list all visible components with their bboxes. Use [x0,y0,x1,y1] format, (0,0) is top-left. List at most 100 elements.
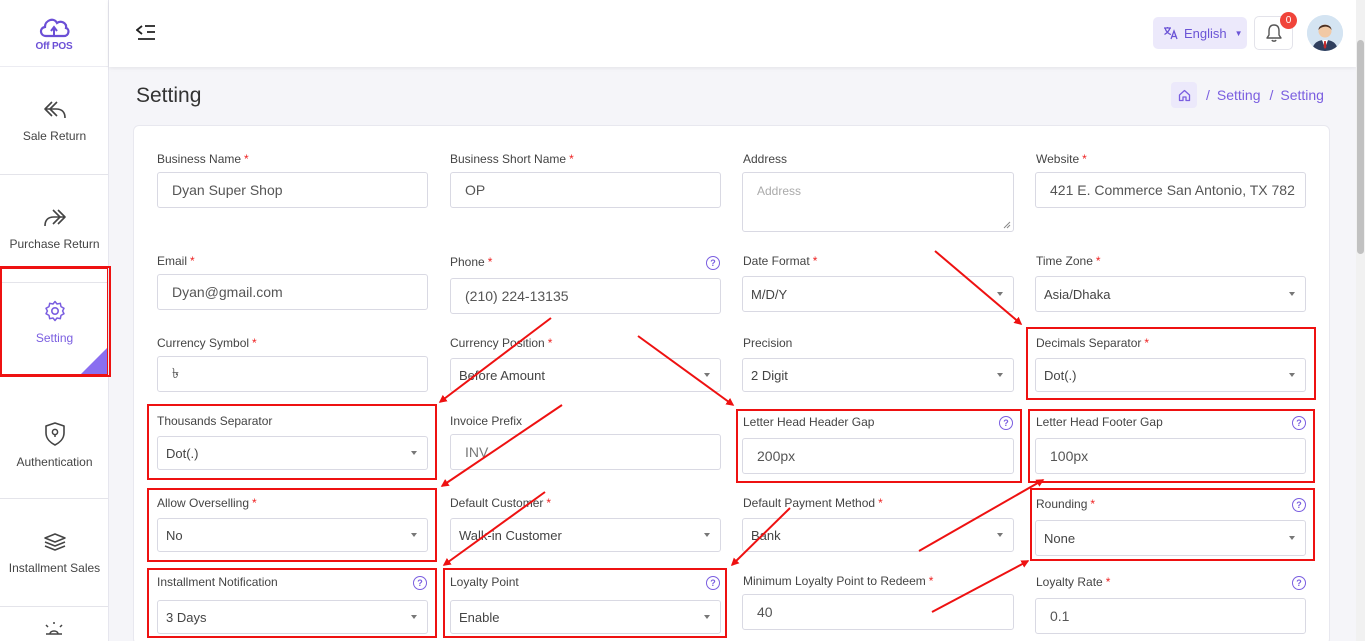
currency-symbol-label: Currency Symbol * [157,336,257,350]
email-label: Email * [157,254,195,268]
invoice-prefix-input[interactable]: INV [450,434,721,470]
letter-head-footer-gap-input[interactable]: 100px [1035,438,1306,474]
sidebar-item-sale-return[interactable]: Sale Return [0,67,108,175]
header-gap-help-icon[interactable]: ? [999,416,1013,430]
min-loyalty-point-label: Minimum Loyalty Point to Redeem * [743,574,934,588]
invoice-prefix-label: Invoice Prefix [450,414,523,428]
thousands-separator-select[interactable]: Dot(.) [157,436,428,470]
breadcrumb-separator: / [1206,87,1210,103]
min-loyalty-point-input[interactable]: 40 [742,594,1014,630]
breadcrumb-item-current: Setting [1280,87,1324,103]
sidebar-item-setting[interactable]: Setting [0,267,108,376]
letter-head-header-gap-input[interactable]: 200px [742,438,1014,474]
breadcrumb: / Setting / Setting [1171,82,1324,108]
allow-overselling-label: Allow Overselling * [157,496,257,510]
chevron-down-icon [1289,292,1295,296]
sidebar-item-authentication[interactable]: Authentication [0,391,108,499]
phone-label: Phone * [450,255,493,269]
collapse-menu-icon [135,25,155,40]
date-format-select[interactable]: M/D/Y [742,276,1014,312]
business-name-input[interactable]: Dyan Super Shop [157,172,428,208]
loyalty-point-label: Loyalty Point [450,575,519,589]
shield-icon [44,421,65,446]
decimals-separator-select[interactable]: Dot(.) [1035,358,1306,392]
avatar[interactable] [1307,15,1343,51]
language-label: English [1184,25,1227,41]
address-placeholder: Address [757,184,802,198]
currency-symbol-input[interactable]: ৳ [157,356,428,392]
address-label: Address [743,152,788,166]
business-name-label: Business Name * [157,152,249,166]
letter-head-header-gap-label: Letter Head Header Gap [743,415,875,429]
language-selector[interactable]: English ▼ [1153,17,1247,49]
active-corner-marker [81,348,107,374]
breadcrumb-home-link[interactable] [1171,82,1197,108]
loyalty-point-select[interactable]: Enable [450,600,721,634]
sidebar-item-label: Authentication [16,454,93,469]
translate-icon [1164,27,1178,40]
email-input[interactable]: Dyan@gmail.com [157,274,428,310]
page-scrollbar-thumb[interactable] [1357,40,1364,254]
gear-icon [44,300,65,321]
purchase-return-icon [43,208,66,226]
sidebar-item-label: Sale Return [22,128,87,143]
app-logo[interactable]: Off POS [0,0,108,67]
sidebar-item-label: Setting [35,330,74,345]
home-icon [1178,89,1190,101]
loyalty-rate-input[interactable]: 0.1 [1035,598,1306,634]
default-customer-label: Default Customer * [450,496,552,510]
chevron-down-icon [704,615,710,619]
chevron-down-icon [704,373,710,377]
allow-overselling-select[interactable]: No [157,518,428,552]
chevron-down-icon [997,373,1003,377]
loyalty-rate-label: Loyalty Rate * [1036,575,1111,589]
notification-badge: 0 [1280,12,1297,29]
sidebar-item-label: Installment Sales [8,560,101,575]
bell-icon [1265,24,1282,42]
loyalty-point-help-icon[interactable]: ? [706,576,720,590]
installment-notification-select[interactable]: 3 Days [157,600,428,634]
chevron-down-icon [411,451,417,455]
default-payment-method-select[interactable]: Bank [742,518,1014,552]
resize-grip-icon[interactable] [1003,221,1011,229]
website-label: Website * [1036,152,1087,166]
chevron-down-icon [704,533,710,537]
address-textarea[interactable]: Address [742,172,1014,232]
decimals-separator-label: Decimals Separator * [1036,336,1150,350]
default-customer-select[interactable]: Walk-in Customer [450,518,721,552]
chevron-down-icon: ▼ [1234,28,1243,38]
business-short-name-input[interactable]: OP [450,172,721,208]
sidebar-item-installment-sales[interactable]: Installment Sales [0,499,108,607]
chevron-down-icon [997,533,1003,537]
business-short-name-label: Business Short Name * [450,152,574,166]
phone-input[interactable]: (210) 224-13135 [450,278,721,314]
sidebar-next-item-icon[interactable] [42,620,66,641]
website-input[interactable]: 421 E. Commerce San Antonio, TX 782 [1035,172,1306,208]
chevron-down-icon [1289,536,1295,540]
phone-help-icon[interactable]: ? [706,256,720,270]
time-zone-label: Time Zone * [1036,254,1101,268]
footer-gap-help-icon[interactable]: ? [1292,416,1306,430]
rounding-help-icon[interactable]: ? [1292,498,1306,512]
time-zone-select[interactable]: Asia/Dhaka [1035,276,1306,312]
letter-head-footer-gap-label: Letter Head Footer Gap [1036,415,1163,429]
precision-label: Precision [743,336,793,350]
installment-help-icon[interactable]: ? [413,576,427,590]
currency-position-select[interactable]: Before Amount [450,358,721,392]
cloud-logo-icon [39,18,70,38]
menu-toggle-button[interactable] [135,24,156,46]
sale-return-icon [43,100,66,118]
sidebar-item-label: Purchase Return [9,236,100,251]
rounding-select[interactable]: None [1035,520,1306,556]
breadcrumb-item[interactable]: Setting [1217,87,1261,103]
precision-select[interactable]: 2 Digit [742,358,1014,392]
chevron-down-icon [411,533,417,537]
sidebar: Off POS Sale Return Purchase Return Sett… [0,0,109,641]
notification-button[interactable]: 0 [1254,12,1297,50]
default-payment-method-label: Default Payment Method * [743,496,883,510]
top-header: English ▼ 0 [109,0,1356,67]
user-avatar-icon [1307,15,1343,51]
loyalty-rate-help-icon[interactable]: ? [1292,576,1306,590]
chevron-down-icon [1289,373,1295,377]
installment-notification-label: Installment Notification [157,575,278,589]
